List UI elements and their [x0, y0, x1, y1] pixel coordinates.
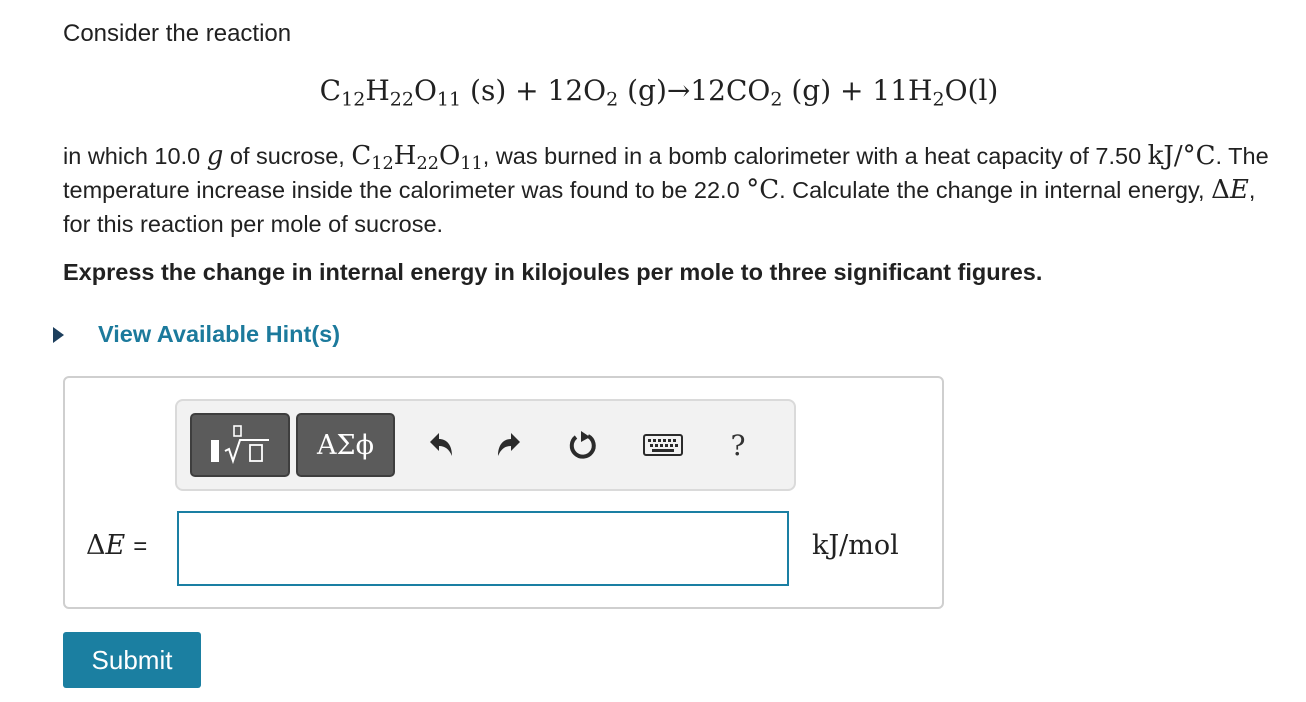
units-label: kJ/mol [812, 530, 899, 561]
expand-triangle-icon [53, 326, 64, 343]
view-hints-link[interactable]: View Available Hint(s) [50, 321, 340, 348]
greek-icon: ΑΣϕ [317, 429, 374, 461]
help-button[interactable]: ? [716, 423, 760, 467]
reaction-equation: C12H22O11 (s) + 12O2 (g)→12CO2 (g) + 11H… [319, 74, 999, 111]
help-icon: ? [730, 428, 746, 462]
math-toolbar: ΑΣϕ ? [175, 399, 796, 491]
undo-icon [430, 433, 452, 456]
keyboard-icon [643, 434, 683, 456]
greek-symbols-button[interactable]: ΑΣϕ [296, 413, 395, 477]
instruction-text: Express the change in internal energy in… [63, 259, 1043, 285]
templates-icon [211, 425, 269, 465]
templates-button[interactable] [190, 413, 290, 477]
answer-input[interactable] [177, 511, 789, 586]
view-hints-label: View Available Hint(s) [98, 321, 341, 347]
redo-button[interactable] [488, 423, 532, 467]
reset-button[interactable] [561, 423, 605, 467]
intro-text: Consider the reaction [63, 20, 292, 47]
reset-icon [569, 431, 596, 459]
problem-paragraph: in which 10.0 g of sucrose, C12H22O11, w… [63, 141, 1269, 237]
redo-icon [498, 433, 520, 456]
undo-button[interactable] [418, 423, 462, 467]
submit-button[interactable]: Submit [63, 632, 201, 688]
keyboard-button[interactable] [641, 423, 685, 467]
answer-label: ΔE = [86, 530, 148, 561]
